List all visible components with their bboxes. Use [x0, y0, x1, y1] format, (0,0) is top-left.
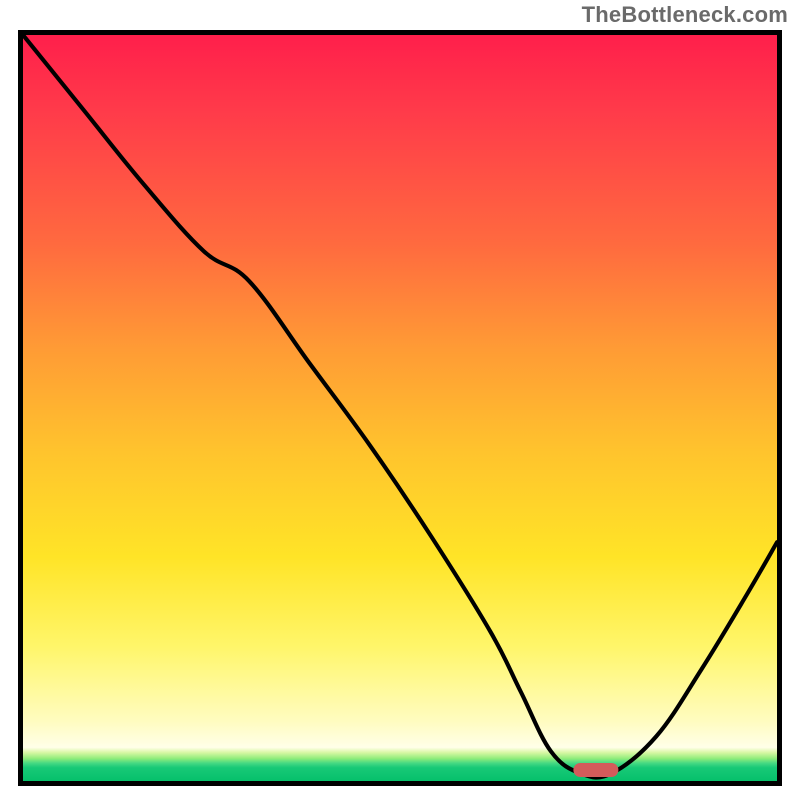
bottleneck-curve [23, 35, 777, 781]
chart-stage: TheBottleneck.com [0, 0, 800, 800]
watermark-text: TheBottleneck.com [582, 2, 788, 28]
plot-frame [18, 30, 782, 786]
optimal-marker [573, 763, 618, 777]
